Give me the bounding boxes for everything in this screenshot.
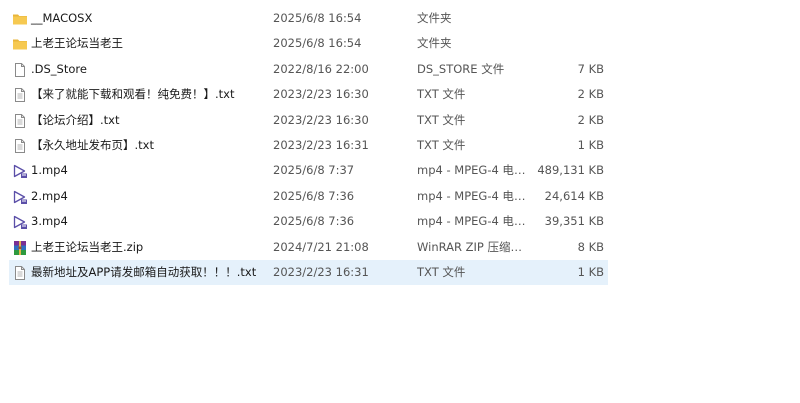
file-type: DS_STORE 文件 (417, 61, 505, 76)
file-name: 【来了就能下载和观看！纯免费！】.txt (31, 87, 235, 102)
file-row[interactable]: 2.mp4 2025/6/8 7:36 mp4 - MPEG-4 电影... 24,6… (9, 184, 608, 209)
file-type: TXT 文件 (417, 264, 466, 279)
file-size: 24,614 KB (544, 188, 604, 203)
video-file-icon (12, 214, 28, 230)
file-date-modified: 2025/6/8 7:36 (273, 214, 355, 229)
file-list: __MACOSX 2025/6/8 16:54 文件夹 上老王论坛当老王 2025/6/… (9, 6, 608, 286)
file-date-modified: 2025/6/8 7:36 (273, 188, 355, 203)
folder-icon (12, 11, 28, 27)
file-name: 1.mp4 (31, 163, 68, 178)
file-type: TXT 文件 (417, 112, 466, 127)
file-type: mp4 - MPEG-4 电影... (417, 163, 529, 178)
file-date-modified: 2025/6/8 16:54 (273, 11, 362, 25)
file-name: 3.mp4 (31, 214, 68, 229)
file-date-modified: 2023/2/23 16:30 (273, 112, 369, 127)
file-row[interactable]: .DS_Store 2022/8/16 22:00 DS_STORE 文件 7 KB (9, 57, 608, 82)
text-file-icon (12, 87, 28, 103)
file-date-modified: 2023/2/23 16:31 (273, 264, 369, 279)
file-type: 文件夹 (417, 36, 452, 51)
file-type: TXT 文件 (417, 137, 466, 152)
file-name: 最新地址及APP请发邮箱自动获取！！！.txt (31, 264, 257, 279)
file-row[interactable]: 【来了就能下载和观看！纯免费！】.txt 2023/2/23 16:30 TXT 文… (9, 82, 608, 107)
file-size: 2 KB (577, 112, 604, 127)
file-size: 7 KB (577, 61, 604, 76)
file-row[interactable]: 上老王论坛当老王 2025/6/8 16:54 文件夹 (9, 31, 608, 56)
file-name: 【论坛介绍】.txt (31, 112, 120, 127)
file-size: 1 KB (577, 137, 604, 152)
file-date-modified: 2023/2/23 16:30 (273, 87, 369, 102)
file-row[interactable]: 1.mp4 2025/6/8 7:37 mp4 - MPEG-4 电影... 489,… (9, 158, 608, 183)
file-date-modified: 2024/7/21 21:08 (273, 239, 369, 254)
video-file-icon (12, 189, 28, 205)
folder-icon (12, 36, 28, 52)
text-file-icon (12, 113, 28, 129)
file-size: 8 KB (577, 239, 604, 254)
file-name: 上老王论坛当老王 (31, 36, 123, 51)
file-name: 2.mp4 (31, 188, 68, 203)
file-size: 2 KB (577, 87, 604, 102)
file-type: WinRAR ZIP 压缩文件 (417, 239, 529, 254)
file-size: 489,131 KB (537, 163, 604, 178)
winrar-archive-icon (12, 240, 28, 256)
text-file-icon (12, 265, 28, 281)
file-icon (12, 62, 28, 78)
file-type: mp4 - MPEG-4 电影... (417, 214, 529, 229)
file-row[interactable]: 【论坛介绍】.txt 2023/2/23 16:30 TXT 文件 2 KB (9, 108, 608, 133)
file-name: __MACOSX (31, 11, 93, 25)
file-row[interactable]: 最新地址及APP请发邮箱自动获取！！！.txt 2023/2/23 16:31 TX… (9, 259, 608, 286)
text-file-icon (12, 138, 28, 154)
file-row[interactable]: __MACOSX 2025/6/8 16:54 文件夹 (9, 6, 608, 31)
file-type: TXT 文件 (417, 87, 466, 102)
file-type: 文件夹 (417, 11, 452, 25)
file-date-modified: 2022/8/16 22:00 (273, 61, 369, 76)
file-name: 【永久地址发布页】.txt (31, 137, 154, 152)
file-size: 39,351 KB (544, 214, 604, 229)
file-row[interactable]: 上老王论坛当老王.zip 2024/7/21 21:08 WinRAR ZIP 压缩… (9, 235, 608, 260)
file-date-modified: 2025/6/8 7:37 (273, 163, 355, 178)
file-date-modified: 2025/6/8 16:54 (273, 36, 362, 51)
file-date-modified: 2023/2/23 16:31 (273, 137, 369, 152)
file-row[interactable]: 【永久地址发布页】.txt 2023/2/23 16:31 TXT 文件 1 KB (9, 133, 608, 158)
file-type: mp4 - MPEG-4 电影... (417, 188, 529, 203)
file-size: 1 KB (577, 264, 604, 279)
video-file-icon (12, 163, 28, 179)
file-row[interactable]: 3.mp4 2025/6/8 7:36 mp4 - MPEG-4 电影... 39,3… (9, 209, 608, 234)
file-name: .DS_Store (31, 61, 87, 76)
file-name: 上老王论坛当老王.zip (31, 239, 144, 254)
